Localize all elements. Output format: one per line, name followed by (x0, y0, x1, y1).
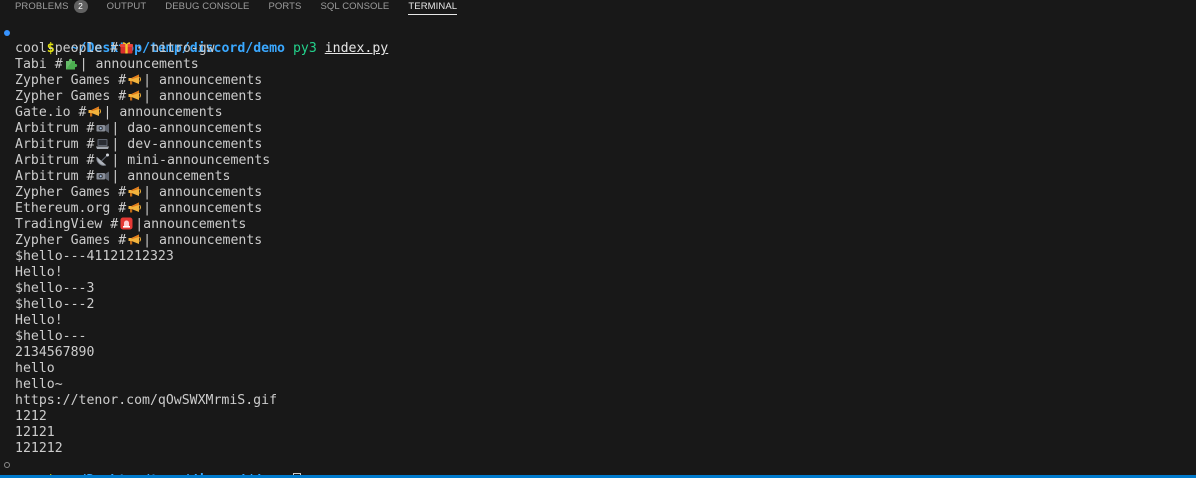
channel-name-suffix: | announcements (103, 105, 223, 120)
tab-terminal-label: TERMINAL (408, 1, 458, 12)
output-line: https://tenor.com/qOwSWXMrmiS.gif (15, 393, 278, 408)
channel-name-suffix: | announcements (143, 201, 263, 216)
channel-name-suffix: | announcements (143, 89, 263, 104)
laptop-icon (95, 137, 110, 150)
channel-server-prefix: cool-people # (15, 41, 119, 56)
channel-server-prefix: Zypher Games # (15, 89, 127, 104)
output-line: hello (15, 361, 55, 376)
channel-line: Zypher Games # | announcements (0, 89, 1196, 105)
prompt-status-dot-icon[interactable] (4, 462, 10, 468)
projector-icon (95, 121, 110, 134)
command-status-dot-icon[interactable] (4, 30, 10, 36)
channel-name-suffix: | announcements (143, 73, 263, 88)
channel-name-suffix: | announcements (143, 233, 263, 248)
channel-server-prefix: Zypher Games # (15, 185, 127, 200)
channel-line: Zypher Games # | announcements (0, 73, 1196, 89)
channel-list: cool-people # · nitro-gw Tabi # | announcem… (0, 41, 1196, 249)
megaphone-icon (127, 89, 142, 102)
channel-line: Arbitrum # | mini-announcements (0, 153, 1196, 169)
problems-count-badge: 2 (73, 0, 88, 13)
channel-server-prefix: Arbitrum # (15, 169, 95, 184)
tab-ports[interactable]: PORTS (268, 0, 301, 13)
channel-server-prefix: Gate.io # (15, 105, 87, 120)
channel-line: Zypher Games # | announcements (0, 233, 1196, 249)
megaphone-icon (127, 73, 142, 86)
output-line: $hello---41121212323 (15, 249, 174, 264)
channel-name-suffix: | announcements (79, 57, 199, 72)
channel-name-suffix: |announcements (135, 217, 247, 232)
output-line: 121212 (15, 441, 63, 456)
channel-name-suffix: | dev-announcements (111, 137, 263, 152)
megaphone-icon (127, 185, 142, 198)
channel-name-suffix: | mini-announcements (111, 153, 271, 168)
tab-problems-label: PROBLEMS (15, 1, 69, 12)
channel-server-prefix: Zypher Games # (15, 73, 127, 88)
output-line: hello~ (15, 377, 63, 392)
gift-icon (119, 41, 134, 54)
tab-problems[interactable]: PROBLEMS 2 (15, 0, 88, 13)
tab-ports-label: PORTS (268, 1, 302, 12)
tab-debug-console[interactable]: DEBUG CONSOLE (165, 0, 249, 13)
channel-line: cool-people # · nitro-gw (0, 41, 1196, 57)
megaphone-icon (127, 233, 142, 246)
channel-server-prefix: Arbitrum # (15, 137, 95, 152)
output-line: 1212 (15, 409, 47, 424)
channel-server-prefix: Tabi # (15, 57, 63, 72)
tab-output-label: OUTPUT (106, 1, 147, 12)
channel-line: Arbitrum # | announcements (0, 169, 1196, 185)
output-line: $hello--- (15, 329, 87, 344)
projector-icon (95, 169, 110, 182)
tab-sql-console[interactable]: SQL CONSOLE (321, 0, 390, 13)
output-line: $hello---3 (15, 281, 95, 296)
channel-server-prefix: Ethereum.org # (15, 201, 127, 216)
output-line: 2134567890 (15, 345, 95, 360)
channel-name-suffix: · nitro-gw (135, 41, 215, 56)
channel-server-prefix: Zypher Games # (15, 233, 127, 248)
channel-line: Arbitrum # | dev-announcements (0, 137, 1196, 153)
satellite-icon (95, 153, 110, 166)
channel-name-suffix: | announcements (143, 185, 263, 200)
tab-terminal[interactable]: TERMINAL (408, 0, 458, 15)
channel-name-suffix: | dao-announcements (111, 121, 263, 136)
command-line: $ ~/Desktop/temp/discord/demo py3 index.… (0, 25, 1196, 56)
output-line: 12121 (15, 425, 55, 440)
tab-sql-console-label: SQL CONSOLE (320, 1, 390, 12)
channel-server-prefix: Arbitrum # (15, 153, 95, 168)
channel-line: Ethereum.org # | announcements (0, 201, 1196, 217)
channel-line: Tabi # | announcements (0, 57, 1196, 73)
channel-server-prefix: TradingView # (15, 217, 119, 232)
megaphone-icon (127, 201, 142, 214)
channel-line: TradingView # |announcements (0, 217, 1196, 233)
terminal-output[interactable]: $ ~/Desktop/temp/discord/demo py3 index.… (0, 25, 1196, 478)
channel-line: Gate.io # | announcements (0, 105, 1196, 121)
megaphone-icon (87, 105, 102, 118)
channel-line: Zypher Games # | announcements (0, 185, 1196, 201)
panel-tab-bar: PROBLEMS 2 OUTPUT DEBUG CONSOLE PORTS SQ… (0, 0, 1196, 15)
output-line: Hello! (15, 265, 63, 280)
tab-output[interactable]: OUTPUT (107, 0, 147, 13)
output-line: Hello! (15, 313, 63, 328)
output-list: $hello---41121212323 Hello! $hello---3 $hel… (0, 249, 1196, 457)
current-prompt-line: $ ~/Desktop/temp/discord/demo (0, 457, 1196, 478)
siren-icon (119, 217, 134, 230)
puzzle-icon (64, 57, 79, 70)
channel-line: Arbitrum # | dao-announcements (0, 121, 1196, 137)
tab-debug-console-label: DEBUG CONSOLE (165, 1, 250, 12)
channel-server-prefix: Arbitrum # (15, 121, 95, 136)
channel-name-suffix: | announcements (111, 169, 231, 184)
output-line: $hello---2 (15, 297, 95, 312)
